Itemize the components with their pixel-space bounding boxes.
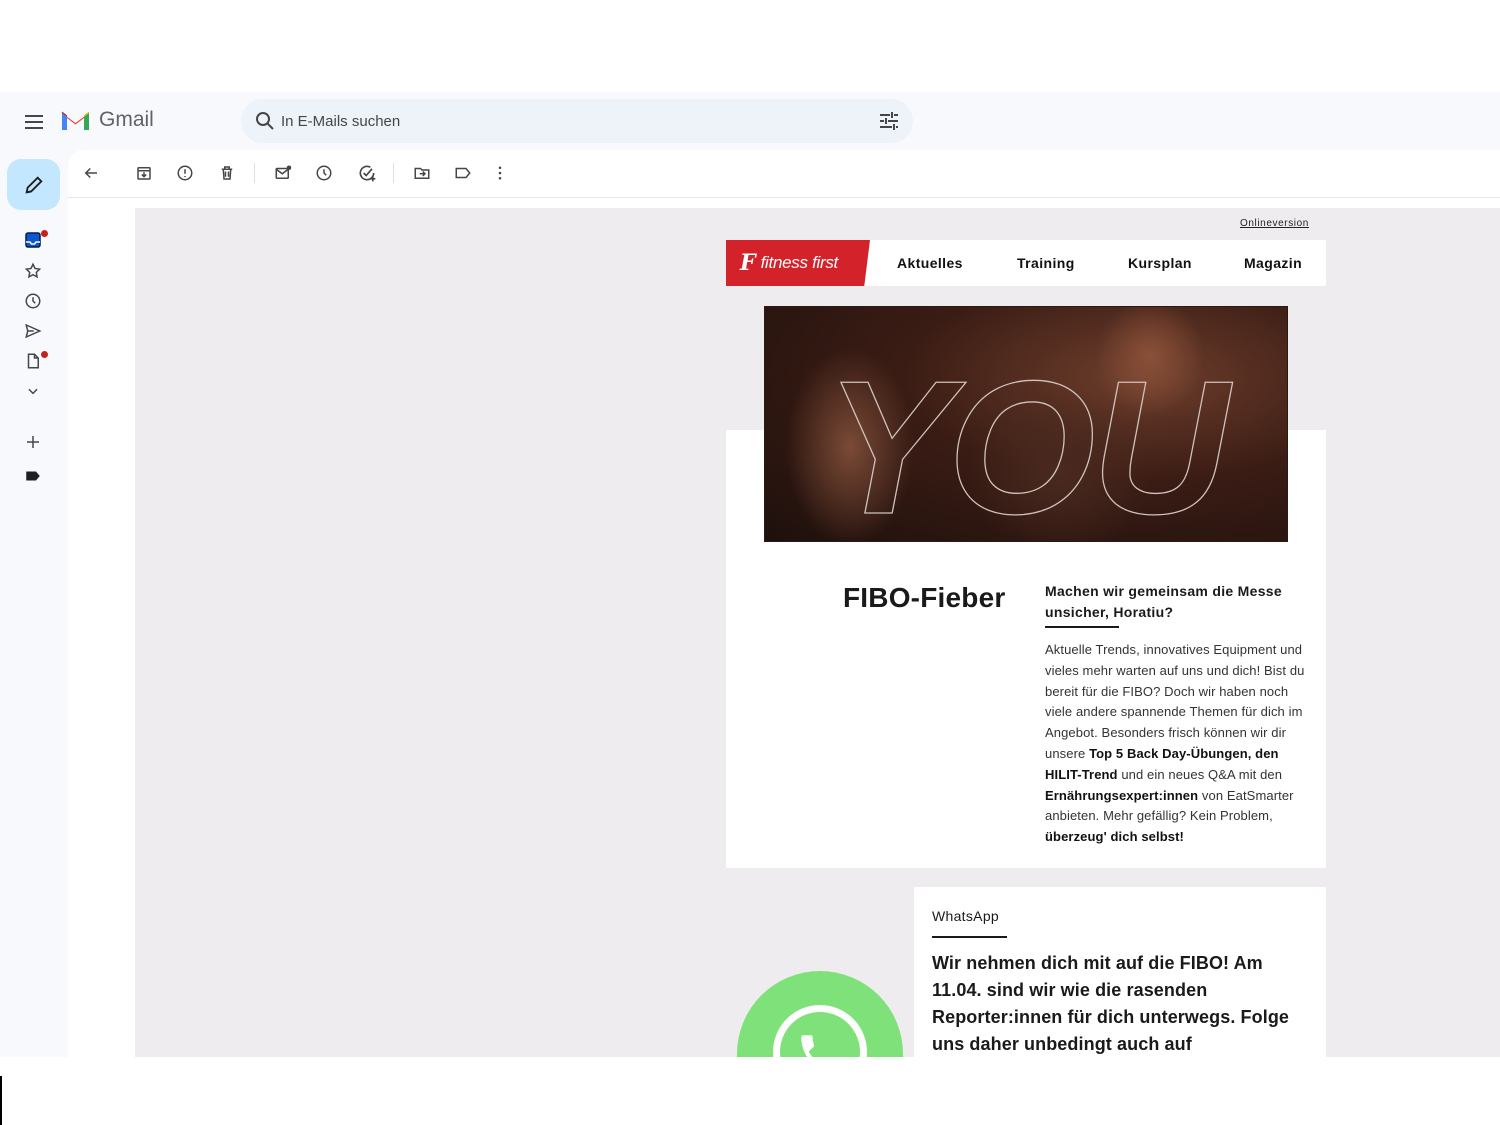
email-body: Onlineversion F fitness first Aktuelles …	[135, 208, 1500, 1057]
delete-button[interactable]	[216, 162, 238, 184]
toolbar-divider	[254, 163, 255, 183]
body-bold-text: überzeug' dich selbst!	[1045, 829, 1184, 845]
snooze-button[interactable]	[313, 162, 335, 184]
mark-unread-icon	[275, 165, 292, 179]
more-icon	[498, 166, 502, 180]
move-to-icon	[414, 167, 430, 179]
article-subhead: Machen wir gemeinsam die Messe unsicher,…	[1045, 583, 1282, 620]
body-bold-text: Ernährungsexpert:innen	[1045, 787, 1199, 803]
mark-unread-button[interactable]	[272, 162, 294, 184]
back-icon	[84, 167, 97, 179]
gmail-m-icon	[62, 111, 89, 130]
add-task-icon	[359, 165, 376, 182]
hero-text-svg: YOU	[824, 341, 1238, 542]
chevron-down-icon	[28, 388, 38, 395]
pencil-icon	[24, 175, 43, 194]
nav-snoozed[interactable]	[21, 289, 45, 313]
unread-badge	[41, 230, 48, 237]
text-caret	[0, 1076, 2, 1125]
gmail-window: Gmail In E-Mails suchen Onlineversion F …	[0, 92, 1500, 1057]
nav-link-aktuelles[interactable]: Aktuelles	[897, 255, 963, 271]
nav-more[interactable]	[21, 379, 45, 403]
clock-icon	[25, 293, 41, 309]
hero-text: YOU	[825, 342, 1234, 542]
create-label-button[interactable]	[21, 430, 45, 454]
brand-name: fitness first	[760, 253, 839, 272]
brand-mark: F	[740, 250, 756, 276]
nav-starred[interactable]	[21, 259, 45, 283]
brand-logo[interactable]: F fitness first	[726, 240, 870, 286]
nav-link-kursplan[interactable]: Kursplan	[1128, 255, 1192, 271]
send-icon	[25, 323, 42, 339]
spam-icon	[177, 165, 193, 181]
article-body: Aktuelle Trends, innovatives Equipment u…	[1045, 640, 1313, 848]
star-icon	[24, 262, 42, 279]
nav-label[interactable]	[21, 464, 45, 488]
toolbar-divider	[393, 163, 394, 183]
report-spam-button[interactable]	[174, 162, 196, 184]
nav-link-magazin[interactable]: Magazin	[1244, 255, 1302, 271]
main-menu-button[interactable]	[22, 110, 46, 134]
message-toolbar	[68, 150, 1500, 198]
phone-icon	[801, 1035, 815, 1057]
whatsapp-label: WhatsApp	[932, 908, 999, 924]
whatsapp-underline	[932, 936, 1007, 938]
archive-icon	[137, 167, 151, 180]
nav-drafts[interactable]	[21, 349, 48, 373]
more-options-button[interactable]	[489, 162, 511, 184]
whatsapp-text: Wir nehmen dich mit auf die FIBO! Am 11.…	[932, 953, 1290, 1054]
labels-button[interactable]	[452, 162, 474, 184]
label-icon	[26, 471, 40, 481]
newsletter-nav: F fitness first Aktuelles Training Kursp…	[726, 240, 1326, 286]
whatsapp-icon[interactable]	[737, 971, 903, 1057]
inbox-icon	[25, 232, 41, 248]
nav-sent[interactable]	[21, 319, 45, 343]
nav-inbox[interactable]	[21, 228, 48, 252]
label-outline-icon	[455, 167, 471, 179]
compose-button[interactable]	[7, 159, 60, 210]
add-task-button[interactable]	[356, 162, 378, 184]
article-title: FIBO-Fieber	[843, 582, 1006, 613]
nav-link-training[interactable]: Training	[1017, 255, 1075, 271]
search-options-icon[interactable]	[877, 109, 901, 133]
body-text-segment: Aktuelle Trends, innovatives Equipment u…	[1045, 642, 1305, 761]
search-input[interactable]	[281, 109, 841, 133]
move-to-button[interactable]	[411, 162, 433, 184]
draft-icon	[27, 353, 39, 369]
subhead-underline	[1045, 626, 1119, 628]
delete-icon	[221, 166, 233, 180]
app-name: Gmail	[99, 108, 154, 131]
reading-pane: Onlineversion F fitness first Aktuelles …	[68, 150, 1500, 1057]
body-text-segment: und ein neues Q&A mit den	[1117, 766, 1283, 782]
hero-image[interactable]: YOU	[764, 306, 1288, 542]
drafts-badge	[41, 351, 48, 358]
snooze-icon	[316, 165, 332, 181]
plus-icon	[27, 436, 39, 448]
back-button[interactable]	[80, 162, 102, 184]
search-bar[interactable]	[241, 99, 913, 143]
menu-icon	[25, 115, 43, 129]
search-icon[interactable]	[253, 109, 277, 133]
online-version-link[interactable]: Onlineversion	[1240, 218, 1309, 229]
archive-button[interactable]	[133, 162, 155, 184]
gmail-logo[interactable]: Gmail	[60, 108, 154, 132]
